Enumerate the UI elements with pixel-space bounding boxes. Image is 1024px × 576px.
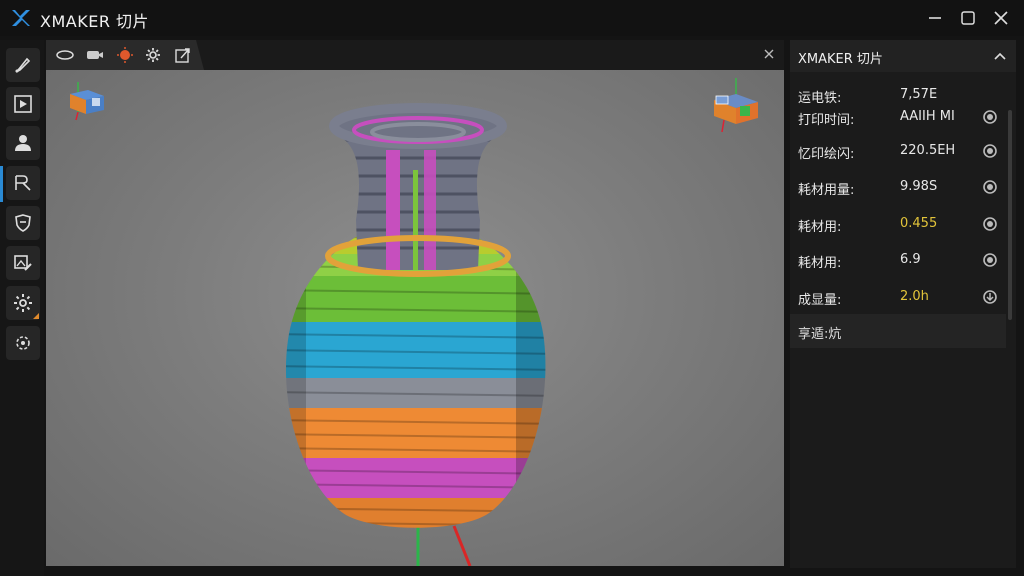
stat-row: 耗材用: 6.9	[790, 243, 1004, 277]
settings-icon[interactable]	[144, 47, 162, 63]
radio-icon[interactable]	[982, 143, 998, 159]
stat-label: 打印时间:	[798, 113, 855, 128]
stat-value: 2.0h	[900, 289, 929, 304]
stat-row: 耗材用量: 9.98S	[790, 170, 1004, 204]
brush-tool-button[interactable]	[6, 48, 40, 82]
image-edit-icon	[14, 255, 32, 271]
3d-viewport[interactable]	[46, 70, 784, 566]
viewport-tab-strip	[46, 40, 784, 70]
stat-label: 耗材用:	[798, 220, 842, 235]
select-tool-button[interactable]	[6, 166, 40, 200]
light-icon[interactable]	[116, 47, 134, 63]
chevron-up-icon[interactable]	[992, 48, 1008, 64]
left-toolbar	[0, 40, 44, 576]
stat-value: 220.5EH	[900, 143, 956, 158]
radio-icon[interactable]	[982, 109, 998, 125]
stat-value: 6.9	[900, 252, 921, 267]
title-bar: XMAKER 切片	[0, 0, 1024, 36]
orbit-icon[interactable]	[56, 47, 74, 63]
panel-header: XMAKER 切片	[790, 40, 1016, 72]
select-cursor-icon	[15, 175, 31, 191]
stat-row: 忆印绘闪: 220.5EH	[790, 134, 1004, 168]
stat-value: 0.455	[900, 216, 938, 231]
stat-row: 耗材用: 0.455	[790, 207, 1004, 241]
user-icon	[15, 135, 31, 151]
shield-icon	[15, 214, 31, 232]
user-tool-button[interactable]	[6, 126, 40, 160]
minimize-icon[interactable]	[924, 8, 946, 28]
stat-label: 耗材用:	[798, 256, 842, 271]
camera-icon[interactable]	[86, 47, 104, 63]
stat-label: 耗材用量:	[798, 183, 855, 198]
slice-info-panel: XMAKER 切片 运电铁: 7,57E 打印时间: AAIIH MI 忆印绘闪…	[790, 40, 1016, 568]
stat-label: 成显量:	[798, 293, 842, 308]
advanced-settings-tool-button[interactable]	[6, 326, 40, 360]
footer-text: 享遁:炕	[798, 327, 842, 342]
panel-title: XMAKER 切片	[798, 52, 883, 67]
brush-icon	[15, 57, 31, 73]
gear-icon	[14, 294, 32, 312]
play-panel-icon	[14, 95, 32, 113]
tool-flag-marker	[33, 313, 39, 319]
stat-value: AAIIH MI	[900, 109, 955, 124]
image-edit-tool-button[interactable]	[6, 246, 40, 280]
close-icon[interactable]	[760, 45, 778, 63]
stat-row: 成显量: 2.0h	[790, 280, 1004, 314]
stat-label: 忆印绘闪:	[798, 147, 855, 162]
radio-icon[interactable]	[982, 252, 998, 268]
maximize-icon[interactable]	[957, 8, 979, 28]
download-icon[interactable]	[982, 289, 998, 305]
panel-footer: 享遁:炕	[790, 314, 1006, 348]
radio-icon[interactable]	[982, 179, 998, 195]
support-tool-button[interactable]	[6, 206, 40, 240]
settings-tool-button[interactable]	[6, 286, 40, 320]
panel-scrollbar[interactable]	[1008, 110, 1012, 320]
export-icon[interactable]	[174, 47, 192, 63]
vase-model[interactable]	[46, 70, 784, 566]
stat-row: 打印时间: AAIIH MI	[790, 100, 1004, 134]
x-logo-icon	[12, 10, 30, 26]
app-title: XMAKER 切片	[40, 12, 150, 31]
close-icon[interactable]	[990, 8, 1012, 28]
dashed-gear-icon	[16, 336, 30, 350]
stat-value: 9.98S	[900, 179, 938, 194]
preview-tool-button[interactable]	[6, 87, 40, 121]
radio-icon[interactable]	[982, 216, 998, 232]
active-tool-indicator	[0, 166, 3, 202]
